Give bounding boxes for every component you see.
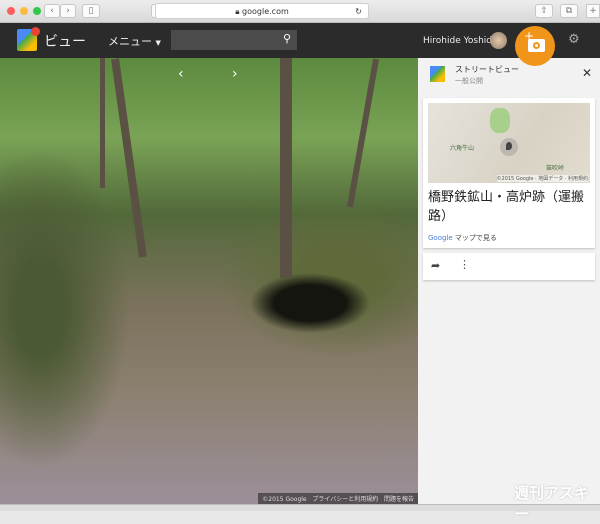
app-title: ビュー — [44, 34, 86, 50]
close-icon[interactable]: ✕ — [582, 66, 592, 80]
menu-button[interactable]: メニュー ▼ — [108, 33, 161, 49]
copyright-text: ©2015 Google — [262, 496, 307, 503]
address-bar[interactable]: 🔒︎ google.com ↻ — [155, 3, 369, 19]
add-photo-button[interactable]: + — [515, 26, 555, 66]
url-text: google.com — [242, 7, 289, 16]
back-button[interactable]: ‹ — [44, 4, 60, 18]
user-name[interactable]: Hirohide Yoshida — [423, 36, 498, 46]
maps-logo-icon — [17, 27, 40, 51]
lock-icon: 🔒︎ — [235, 7, 240, 16]
more-options-icon[interactable]: ⋮ — [459, 258, 470, 271]
map-label: 笛吹峠 — [546, 165, 565, 172]
reload-icon[interactable]: ↻ — [355, 4, 362, 19]
search-icon[interactable]: ⚲ — [283, 32, 291, 45]
pan-right-arrow[interactable]: › — [232, 66, 238, 82]
map-label: 六角牛山 — [450, 145, 475, 152]
app-bar: ビュー メニュー ▼ ⚲ Hirohide Yoshida ⚙ — [0, 23, 600, 58]
pan-left-arrow[interactable]: ‹ — [178, 66, 184, 82]
maps-logo-icon — [430, 66, 445, 82]
forward-button[interactable]: › — [60, 4, 76, 18]
map-copyright: ©2015 Google · 地図データ · 利用規約 — [496, 175, 588, 182]
place-card: 六角牛山 笛吹峠 ©2015 Google · 地図データ · 利用規約 橋野鉄… — [423, 98, 595, 248]
tree — [100, 58, 105, 188]
park-area — [490, 108, 510, 133]
panel-title: ストリートビュー — [455, 65, 519, 74]
sidebar-toggle-button[interactable]: ▯ — [82, 4, 100, 18]
watermark-logo: 週刊アスキー — [514, 484, 590, 523]
avatar[interactable] — [490, 32, 507, 49]
info-panel: ストリートビュー 一般公開 ✕ 六角牛山 笛吹峠 ©2015 Google · … — [418, 58, 600, 523]
tree — [280, 58, 292, 278]
share-icon[interactable]: ➦ — [431, 259, 440, 272]
link-text: マップで見る — [452, 234, 497, 242]
report-problem-link[interactable]: 問題を報告 — [384, 496, 414, 503]
privacy-link[interactable]: プライバシーと利用規約 — [312, 496, 378, 503]
panel-subtitle: 一般公開 — [455, 77, 483, 85]
new-tab-button[interactable]: + — [586, 4, 600, 18]
camera-icon — [528, 39, 545, 52]
search-input[interactable]: ⚲ — [171, 30, 297, 50]
window-bottom-edge — [0, 504, 600, 511]
street-view-panorama[interactable]: ‹ › ©2015 Google プライバシーと利用規約 問題を報告 — [0, 58, 418, 504]
link-google: Google — [428, 234, 453, 242]
caret-down-icon: ▼ — [155, 39, 161, 47]
panorama-footer: ©2015 Google プライバシーと利用規約 問題を報告 — [258, 493, 418, 504]
share-button[interactable]: ⇧ — [535, 4, 553, 18]
close-window-button[interactable] — [7, 7, 15, 15]
tree — [347, 58, 379, 208]
browser-toolbar: ‹ › ▯ ✱ 🔒︎ google.com↻ ⇧ ⧉ + — [0, 0, 600, 23]
gear-icon[interactable]: ⚙ — [568, 32, 580, 47]
actions-card: ➦ ⋮ — [423, 253, 595, 280]
minimize-window-button[interactable] — [20, 7, 28, 15]
place-title: 橋野鉄鉱山・高炉跡（運搬路） — [428, 190, 585, 224]
tree — [111, 58, 147, 258]
zoom-window-button[interactable] — [33, 7, 41, 15]
location-marker-icon — [500, 138, 518, 156]
tabs-button[interactable]: ⧉ — [560, 4, 578, 18]
menu-label: メニュー — [108, 35, 152, 48]
open-in-maps-link[interactable]: Google マップで見る — [428, 233, 497, 243]
map-thumbnail[interactable]: 六角牛山 笛吹峠 ©2015 Google · 地図データ · 利用規約 — [428, 103, 590, 183]
